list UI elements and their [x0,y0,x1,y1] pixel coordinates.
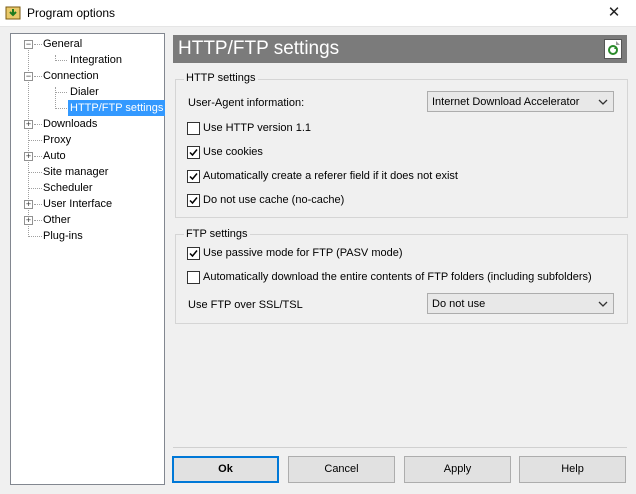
http11-label: Use HTTP version 1.1 [203,122,312,134]
cookies-checkbox[interactable] [187,146,200,159]
no-cache-label: Do not use cache (no-cache) [203,194,345,206]
ftp-folders-checkbox[interactable] [187,271,200,284]
collapse-general-icon[interactable]: − [24,40,33,49]
ftp-settings-legend: FTP settings [184,228,250,240]
ok-button[interactable]: Ok [172,456,279,483]
tree-item-scheduler[interactable]: Scheduler [41,180,95,196]
referer-label: Automatically create a referer field if … [203,170,458,182]
ftp-folders-label: Automatically download the entire conten… [203,271,592,283]
tree-item-proxy[interactable]: Proxy [41,132,73,148]
tree-item-plug-ins[interactable]: Plug-ins [41,228,85,244]
checkmark-icon [189,149,198,157]
referer-checkbox[interactable] [187,170,200,183]
tree-item-connection[interactable]: Connection [41,68,101,84]
tree-item-auto[interactable]: Auto [41,148,68,164]
ftp-ssl-value: Do not use [432,298,486,310]
button-divider [173,447,627,448]
passive-mode-label: Use passive mode for FTP (PASV mode) [203,247,403,259]
options-tree[interactable]: − − + + + + General Integration Connecti… [10,33,166,485]
chevron-down-icon [598,99,608,105]
collapse-connection-icon[interactable]: − [24,72,33,81]
cancel-button[interactable]: Cancel [288,456,395,483]
expand-auto-icon[interactable]: + [24,152,33,161]
tree-item-other[interactable]: Other [41,212,73,228]
expand-downloads-icon[interactable]: + [24,120,33,129]
user-agent-select[interactable]: Internet Download Accelerator [427,91,614,112]
expand-user-interface-icon[interactable]: + [24,200,33,209]
user-agent-label: User-Agent information: [188,97,305,109]
http-settings-legend: HTTP settings [184,72,258,84]
tree-item-http-ftp-settings[interactable]: HTTP/FTP settings [68,100,166,116]
checkmark-icon [189,250,198,258]
chevron-down-icon [598,301,608,307]
tree-item-integration[interactable]: Integration [68,52,124,68]
checkmark-icon [189,197,198,205]
ftp-ssl-label: Use FTP over SSL/TSL [188,299,303,311]
title-bar: Program options ✕ [0,0,636,27]
tree-item-user-interface[interactable]: User Interface [41,196,114,212]
page-title: HTTP/FTP settings [178,38,340,59]
cookies-label: Use cookies [203,146,263,158]
no-cache-checkbox[interactable] [187,194,200,207]
help-button[interactable]: Help [519,456,626,483]
window-title: Program options [27,6,116,20]
tree-item-dialer[interactable]: Dialer [68,84,101,100]
http11-checkbox[interactable] [187,122,200,135]
user-agent-value: Internet Download Accelerator [432,96,580,108]
section-header: HTTP/FTP settings [173,35,627,63]
passive-mode-checkbox[interactable] [187,247,200,260]
expand-other-icon[interactable]: + [24,216,33,225]
apply-button[interactable]: Apply [404,456,511,483]
tree-item-general[interactable]: General [41,36,84,52]
checkmark-icon [189,173,198,181]
refresh-page-icon [604,39,622,59]
program-options-icon [5,6,21,20]
tree-item-site-manager[interactable]: Site manager [41,164,110,180]
ftp-ssl-select[interactable]: Do not use [427,293,614,314]
close-icon[interactable]: ✕ [592,0,636,26]
tree-item-downloads[interactable]: Downloads [41,116,99,132]
